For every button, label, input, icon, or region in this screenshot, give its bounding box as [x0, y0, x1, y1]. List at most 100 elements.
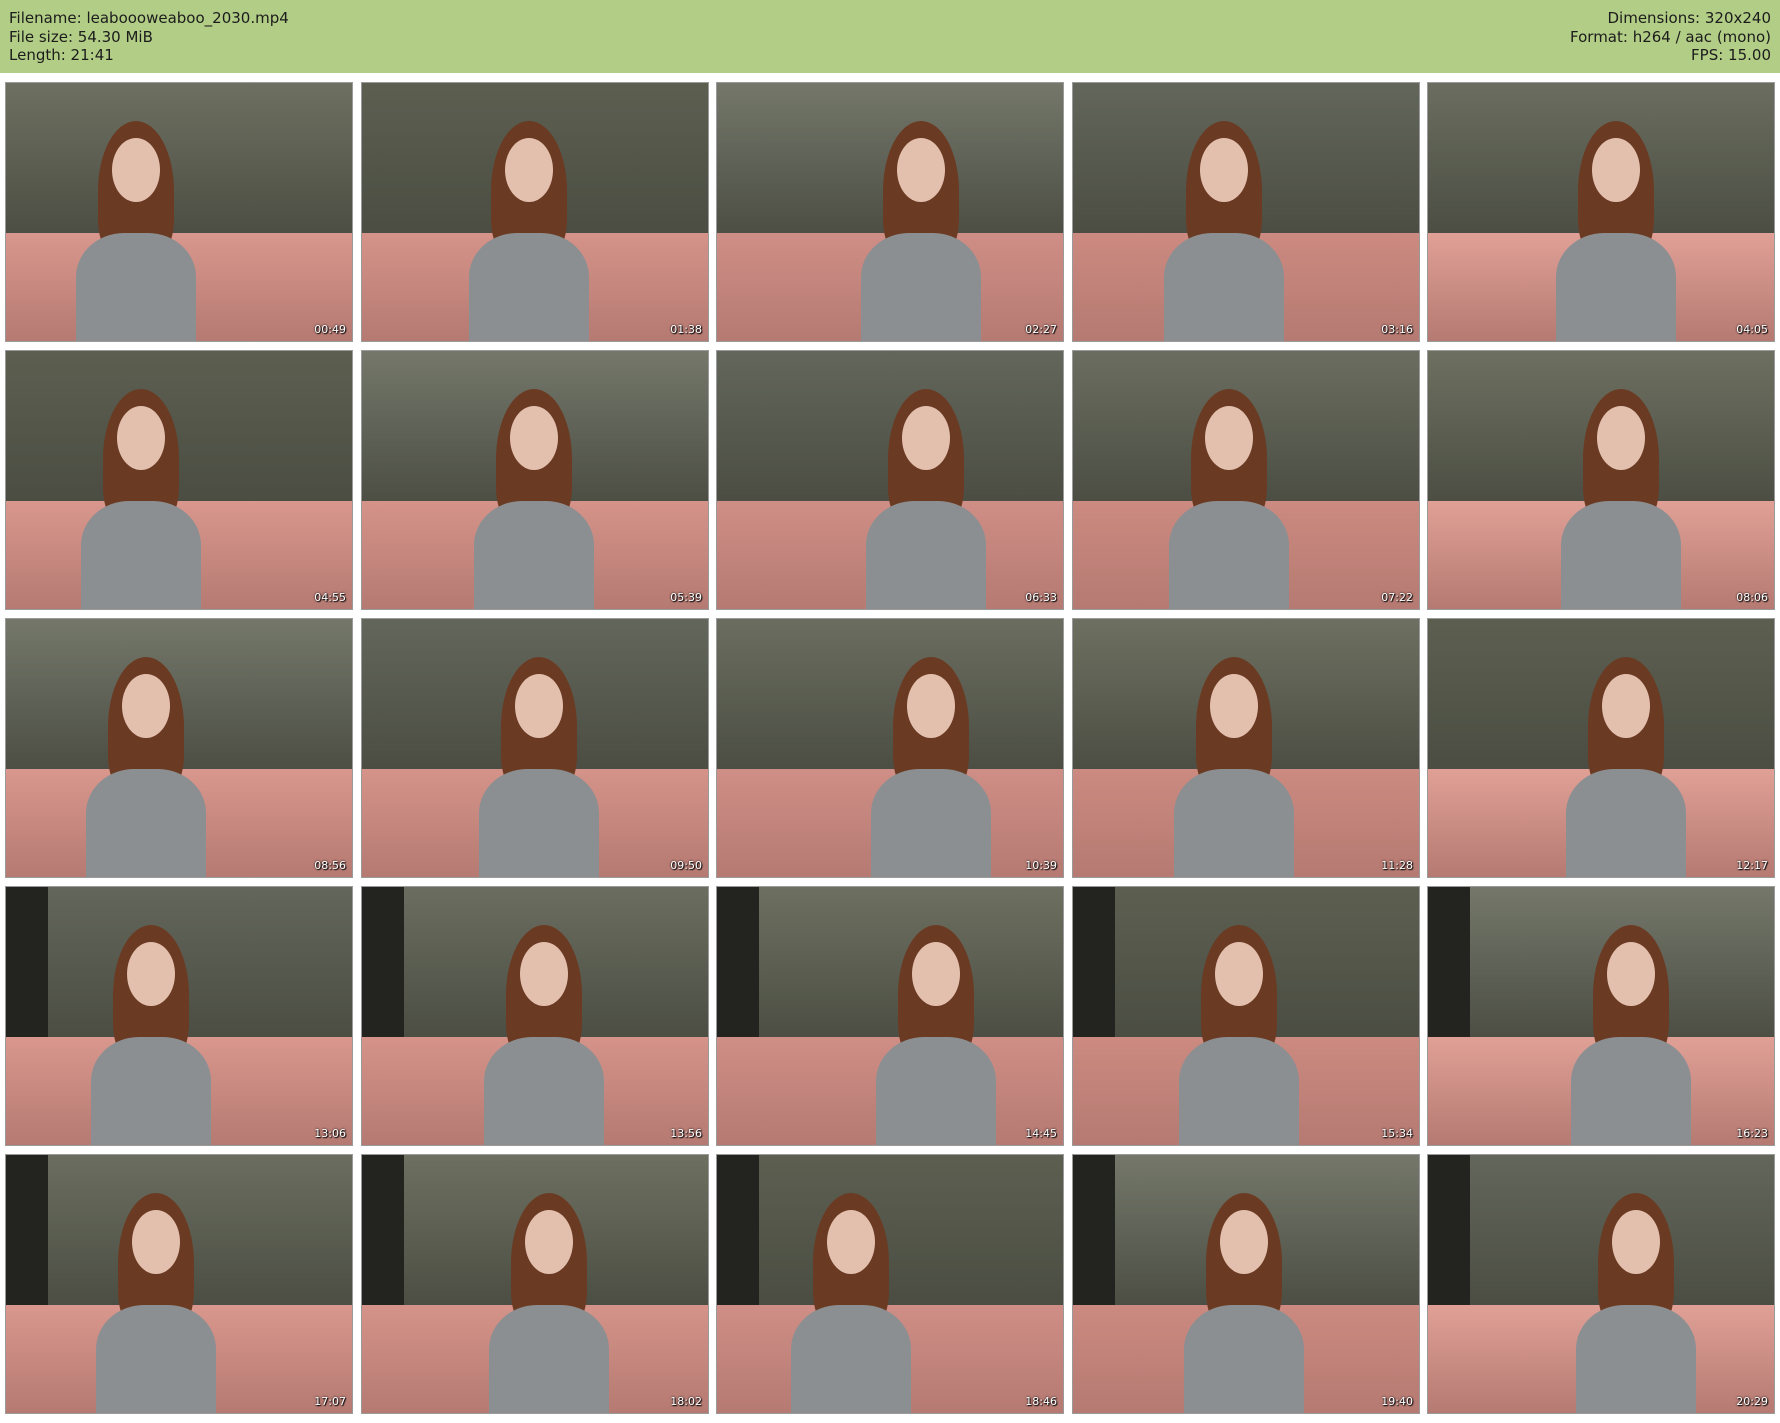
person-top: [1179, 1037, 1299, 1145]
thumbnail-frame: [717, 619, 1063, 877]
thumbnail-timestamp: 13:06: [314, 1127, 346, 1140]
video-thumbnail: 09:50: [361, 618, 709, 878]
thumbnail-timestamp: 09:50: [670, 859, 702, 872]
person-face: [902, 406, 950, 470]
person-top: [1576, 1305, 1696, 1413]
video-thumbnail: 16:23: [1427, 886, 1775, 1146]
thumbnail-timestamp: 04:55: [314, 591, 346, 604]
thumbnail-timestamp: 02:27: [1025, 323, 1057, 336]
thumbnail-timestamp: 00:49: [314, 323, 346, 336]
video-thumbnail: 17:07: [5, 1154, 353, 1414]
dimensions-text: Dimensions: 320x240: [1607, 9, 1771, 27]
thumbnail-timestamp: 12:17: [1736, 859, 1768, 872]
file-info: Filename: leaboooweaboo_2030.mp4 File si…: [9, 9, 289, 65]
thumbnail-frame: [1073, 1155, 1419, 1413]
thumbnail-timestamp: 01:38: [670, 323, 702, 336]
thumbnail-timestamp: 10:39: [1025, 859, 1057, 872]
thumbnail-frame: [1073, 619, 1419, 877]
thumbnail-timestamp: 05:39: [670, 591, 702, 604]
person-top: [791, 1305, 911, 1413]
frame-wall: [6, 351, 352, 511]
person-face: [127, 942, 175, 1006]
thumbnail-frame: [717, 887, 1063, 1145]
frame-wall: [717, 1155, 1063, 1315]
video-thumbnail: 10:39: [716, 618, 1064, 878]
video-thumbnail: 00:49: [5, 82, 353, 342]
video-thumbnail: 06:33: [716, 350, 1064, 610]
video-thumbnail: 03:16: [1072, 82, 1420, 342]
person-face: [520, 942, 568, 1006]
thumbnail-timestamp: 11:28: [1381, 859, 1413, 872]
person-top: [91, 1037, 211, 1145]
person-face: [1612, 1210, 1660, 1274]
thumbnail-timestamp: 03:16: [1381, 323, 1413, 336]
person-face: [827, 1210, 875, 1274]
person-top: [489, 1305, 609, 1413]
person-top: [1164, 233, 1284, 341]
thumbnail-frame: [717, 1155, 1063, 1413]
person-face: [912, 942, 960, 1006]
thumbnail-timestamp: 08:56: [314, 859, 346, 872]
person-face: [1205, 406, 1253, 470]
frame-wall: [717, 619, 1063, 779]
thumbnail-frame: [1073, 351, 1419, 609]
thumbnail-frame: [1428, 887, 1774, 1145]
video-thumbnail: 15:34: [1072, 886, 1420, 1146]
video-thumbnail: 08:56: [5, 618, 353, 878]
person-top: [866, 501, 986, 609]
thumbnail-frame: [1428, 83, 1774, 341]
video-thumbnail: 04:05: [1427, 82, 1775, 342]
person-face: [505, 138, 553, 202]
thumbnail-grid: 00:49 01:38 02:27 03:16 04:05 04:55 05:39 06:33…: [0, 73, 1780, 1423]
person-top: [1571, 1037, 1691, 1145]
person-face: [907, 674, 955, 738]
person-face: [132, 1210, 180, 1274]
video-thumbnail: 13:06: [5, 886, 353, 1146]
format-text: Format: h264 / aac (mono): [1570, 27, 1771, 46]
thumbnail-frame: [717, 83, 1063, 341]
thumbnail-frame: [717, 351, 1063, 609]
thumbnail-frame: [1428, 1155, 1774, 1413]
thumbnail-frame: [1073, 83, 1419, 341]
person-top: [76, 233, 196, 341]
person-top: [96, 1305, 216, 1413]
thumbnail-timestamp: 06:33: [1025, 591, 1057, 604]
person-face: [112, 138, 160, 202]
video-thumbnail: 05:39: [361, 350, 709, 610]
thumbnail-timestamp: 18:02: [670, 1395, 702, 1408]
person-top: [1174, 769, 1294, 877]
thumbnail-frame: [362, 351, 708, 609]
person-top: [484, 1037, 604, 1145]
video-thumbnail: 12:17: [1427, 618, 1775, 878]
thumbnail-frame: [1428, 351, 1774, 609]
filesize-text: File size: 54.30 MiB: [9, 27, 153, 46]
frame-wall: [717, 887, 1063, 1047]
person-face: [1220, 1210, 1268, 1274]
length-text: Length: 21:41: [9, 46, 114, 64]
thumbnail-frame: [6, 887, 352, 1145]
person-face: [117, 406, 165, 470]
person-face: [525, 1210, 573, 1274]
thumbnail-frame: [1428, 619, 1774, 877]
person-top: [86, 769, 206, 877]
person-face: [1592, 138, 1640, 202]
person-top: [1556, 233, 1676, 341]
video-thumbnail: 20:29: [1427, 1154, 1775, 1414]
person-face: [1597, 406, 1645, 470]
stream-info: Dimensions: 320x240 Format: h264 / aac (…: [1570, 9, 1771, 65]
person-top: [876, 1037, 996, 1145]
person-face: [510, 406, 558, 470]
video-thumbnail: 14:45: [716, 886, 1064, 1146]
thumbnail-timestamp: 20:29: [1736, 1395, 1768, 1408]
person-face: [515, 674, 563, 738]
person-top: [479, 769, 599, 877]
thumbnail-frame: [6, 619, 352, 877]
thumbnail-frame: [362, 83, 708, 341]
person-face: [1210, 674, 1258, 738]
person-face: [897, 138, 945, 202]
thumbnail-timestamp: 13:56: [670, 1127, 702, 1140]
thumbnail-frame: [362, 887, 708, 1145]
thumbnail-timestamp: 17:07: [314, 1395, 346, 1408]
thumbnail-timestamp: 04:05: [1736, 323, 1768, 336]
thumbnail-timestamp: 08:06: [1736, 591, 1768, 604]
